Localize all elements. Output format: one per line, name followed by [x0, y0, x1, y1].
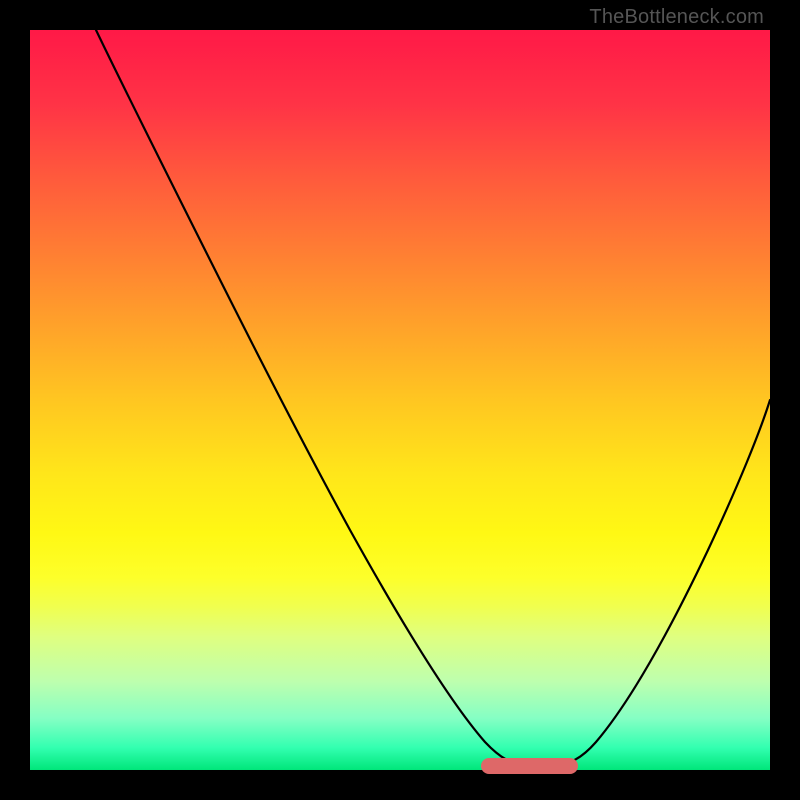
optimal-range-marker — [481, 758, 577, 774]
watermark-text: TheBottleneck.com — [589, 6, 764, 29]
chart-frame: TheBottleneck.com — [0, 0, 800, 800]
plot-area — [30, 30, 770, 770]
